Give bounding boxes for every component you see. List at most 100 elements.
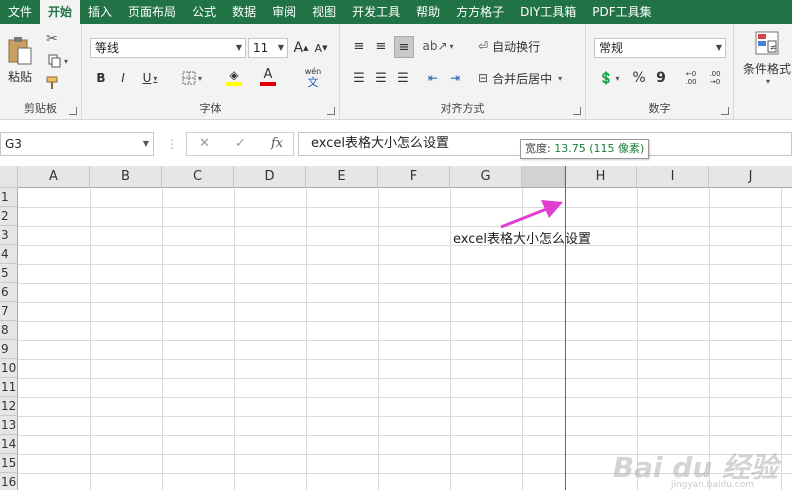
decrease-indent-button[interactable]: ⇤ [424,68,442,88]
tab-data[interactable]: 数据 [224,0,264,24]
align-bottom-button[interactable]: ≡ [394,36,414,58]
paste-icon [8,36,32,64]
align-right-icon: ☰ [397,70,409,86]
currency-button[interactable]: 💲 ▾ [594,68,624,88]
row-header[interactable]: 1 [0,188,18,207]
align-center-button[interactable]: ☰ [372,68,390,88]
phonetic-button[interactable]: wén 文 [298,66,328,90]
grow-font-icon: A [293,40,304,56]
grow-font-button[interactable]: A ▲ [292,38,310,58]
borders-button[interactable]: ▾ [178,68,206,88]
row-header[interactable]: 14 [0,435,18,454]
row-header[interactable]: 13 [0,416,18,435]
gridline [90,188,91,490]
increase-indent-button[interactable]: ⇥ [446,68,464,88]
excel-window: 文件 开始 插入 页面布局 公式 数据 审阅 视图 开发工具 帮助 方方格子 D… [0,0,792,490]
gridline [18,397,792,398]
chevron-down-icon: ▼ [235,43,242,52]
row-header[interactable]: 5 [0,264,18,283]
row-header[interactable]: 15 [0,454,18,473]
tab-fangfang[interactable]: 方方格子 [448,0,512,24]
row-header[interactable]: 16 [0,473,18,490]
underline-button[interactable]: U ▾ [136,68,164,88]
row-header[interactable]: 6 [0,283,18,302]
column-header-d[interactable]: D [234,166,306,188]
bold-button[interactable]: B [92,68,110,88]
font-size-combo[interactable]: 11 ▼ [248,38,288,58]
align-middle-button[interactable]: ≡ [372,36,390,56]
row-header[interactable]: 9 [0,340,18,359]
row-header[interactable]: 4 [0,245,18,264]
tab-file[interactable]: 文件 [0,0,40,24]
increase-decimal-button[interactable]: ←0 .00 [680,68,702,88]
border-icon [182,71,196,85]
bold-icon: B [96,71,106,85]
fill-color-button[interactable]: ◈ [220,66,248,88]
column-header-g-resize[interactable] [522,166,565,188]
gridline [18,264,792,265]
tab-formulas[interactable]: 公式 [184,0,224,24]
confirm-icon[interactable]: ✓ [235,136,246,151]
conditional-formatting-button[interactable]: ≠ 条件格式 ▾ [738,30,792,96]
formula-area: G3 ▼ ⋮ ✕ ✓ fx excel表格大小怎么设置 [0,120,792,166]
format-painter-button[interactable] [42,74,62,92]
worksheet-grid[interactable]: A B C D E F G H I J 1 2 3 4 5 6 7 8 9 10… [0,166,792,490]
select-all-corner[interactable] [0,166,18,188]
tab-review[interactable]: 审阅 [264,0,304,24]
row-header[interactable]: 12 [0,397,18,416]
tooltip-prefix: 宽度: [525,142,555,155]
tab-developer[interactable]: 开发工具 [344,0,408,24]
tab-view[interactable]: 视图 [304,0,344,24]
comma-style-button[interactable]: 9 [652,68,670,88]
copy-button[interactable]: ▾ [42,52,74,70]
font-name-combo[interactable]: 等线 ▼ [90,38,246,58]
italic-button[interactable]: I [114,68,132,88]
row-header[interactable]: 11 [0,378,18,397]
column-header-g[interactable]: G [450,166,522,188]
tab-home[interactable]: 开始 [40,0,81,24]
paste-button[interactable]: 粘贴 [4,30,36,90]
svg-text:≠: ≠ [770,43,777,52]
align-top-icon: ≡ [353,38,365,54]
align-right-button[interactable]: ☰ [394,68,412,88]
align-top-button[interactable]: ≡ [350,36,368,56]
column-header-h[interactable]: H [565,166,637,188]
formula-bar-splitter[interactable]: ⋮ [166,137,178,151]
column-header-b[interactable]: B [90,166,162,188]
wrap-text-button[interactable]: ⏎ 自动换行 [478,36,568,56]
cut-button[interactable]: ✂ [42,30,62,48]
row-header[interactable]: 7 [0,302,18,321]
merge-center-button[interactable]: ⊟ 合并后居中 ▾ [478,68,578,88]
column-header-e[interactable]: E [306,166,378,188]
tab-diy-toolbox[interactable]: DIY工具箱 [512,0,584,24]
column-header-a[interactable]: A [18,166,90,188]
font-launcher[interactable] [327,107,335,115]
row-header[interactable]: 3 [0,226,18,245]
shrink-font-button[interactable]: A ▼ [312,38,330,58]
tab-insert[interactable]: 插入 [80,0,120,24]
alignment-launcher[interactable] [573,107,581,115]
tab-page-layout[interactable]: 页面布局 [120,0,184,24]
number-launcher[interactable] [721,107,729,115]
tab-help[interactable]: 帮助 [408,0,448,24]
column-header-c[interactable]: C [162,166,234,188]
clipboard-launcher[interactable] [69,107,77,115]
column-header-i[interactable]: I [637,166,709,188]
align-left-button[interactable]: ☰ [350,68,368,88]
row-header[interactable]: 10 [0,359,18,378]
tab-pdf-tools[interactable]: PDF工具集 [584,0,659,24]
percent-button[interactable]: % [630,68,648,88]
gridline [234,188,235,490]
chevron-down-icon: ▼ [715,43,722,52]
row-header[interactable]: 8 [0,321,18,340]
cancel-icon[interactable]: ✕ [199,136,210,151]
column-header-j[interactable]: J [709,166,792,188]
name-box[interactable]: G3 ▼ [0,132,154,156]
column-header-f[interactable]: F [378,166,450,188]
row-header[interactable]: 2 [0,207,18,226]
decrease-decimal-button[interactable]: .00 →0 [704,68,726,88]
font-color-button[interactable]: A [254,66,282,88]
orientation-button[interactable]: ab↗ ▾ [422,36,453,56]
number-format-combo[interactable]: 常规 ▼ [594,38,726,58]
insert-function-icon[interactable]: fx [271,136,283,151]
